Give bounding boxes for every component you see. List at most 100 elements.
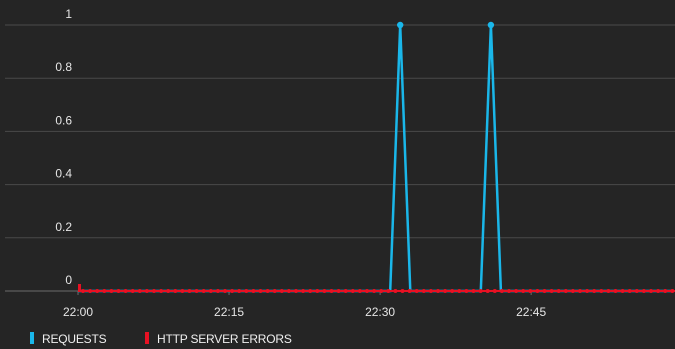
series-point-http-server-errors xyxy=(159,289,164,293)
series-point-http-server-errors xyxy=(357,289,362,293)
legend-swatch xyxy=(30,332,34,344)
series-point-http-server-errors xyxy=(301,289,306,293)
series-point-http-server-errors xyxy=(627,289,632,293)
series-point-http-server-errors xyxy=(95,289,100,293)
series-point-http-server-errors xyxy=(649,289,653,293)
series-point-http-server-errors xyxy=(428,289,433,293)
legend-label: HTTP SERVER ERRORS xyxy=(157,332,292,346)
series-point-http-server-errors xyxy=(521,289,526,293)
series-point-http-server-errors xyxy=(606,289,611,293)
x-tick-label: 22:30 xyxy=(365,305,395,319)
y-tick-label: 0.8 xyxy=(55,60,72,74)
x-tick-label: 22:00 xyxy=(63,305,93,319)
series-point-http-server-errors xyxy=(237,289,242,293)
series-point-http-server-errors xyxy=(485,289,490,293)
series-point-http-server-errors xyxy=(187,289,192,293)
series-point-http-server-errors xyxy=(528,289,533,293)
series-start-marker-http-server-errors xyxy=(78,284,81,291)
x-tick-label: 22:45 xyxy=(516,305,546,319)
series-point-http-server-errors xyxy=(279,289,284,293)
series-point-http-server-errors xyxy=(116,289,121,293)
series-point-http-server-errors xyxy=(343,289,348,293)
series-point-http-server-errors xyxy=(166,289,171,293)
series-point-http-server-errors xyxy=(336,289,341,293)
series-point-http-server-errors xyxy=(400,289,405,293)
series-point-http-server-errors xyxy=(308,289,313,293)
series-point-http-server-errors xyxy=(152,289,156,293)
series-point-http-server-errors xyxy=(585,289,590,293)
series-point-http-server-errors xyxy=(478,289,483,293)
series-point-http-server-errors xyxy=(464,289,469,293)
series-point-http-server-errors xyxy=(315,289,320,293)
series-point-http-server-errors xyxy=(180,289,185,293)
series-point-http-server-errors xyxy=(258,289,263,293)
y-tick-label: 0.6 xyxy=(55,113,72,127)
y-tick-label: 1 xyxy=(65,7,72,21)
series-point-http-server-errors xyxy=(272,289,277,293)
series-point-http-server-errors xyxy=(81,289,85,293)
series-point-http-server-errors xyxy=(230,289,235,293)
series-point-http-server-errors xyxy=(670,289,675,293)
series-point-http-server-errors xyxy=(407,289,412,293)
series-point-http-server-errors xyxy=(137,289,142,293)
series-point-http-server-errors xyxy=(578,289,582,293)
series-point-http-server-errors xyxy=(208,289,213,293)
series-point-http-server-errors xyxy=(102,289,107,293)
series-point-http-server-errors xyxy=(641,289,646,293)
series-point-http-server-errors xyxy=(656,289,661,293)
series-point-http-server-errors xyxy=(88,289,93,293)
chart-panel: 0 0.2 0.4 0.6 0.8 1 22:00 22:15 22:30 22:45 REQUES… xyxy=(0,0,675,349)
series-point-http-server-errors xyxy=(379,289,384,293)
series-point-http-server-errors xyxy=(421,289,426,293)
x-tick-label: 22:15 xyxy=(214,305,244,319)
series-point-http-server-errors xyxy=(570,289,575,293)
series-point-http-server-errors xyxy=(173,289,178,293)
series-line-requests xyxy=(78,24,673,293)
y-tick-label: 0.2 xyxy=(55,220,72,234)
legend-label: REQUESTS xyxy=(42,332,107,346)
series-point-http-server-errors xyxy=(223,289,227,293)
y-tick-label: 0.4 xyxy=(55,167,72,181)
series-point-requests xyxy=(397,21,404,29)
legend-swatch xyxy=(145,332,149,344)
series-point-http-server-errors xyxy=(194,289,199,293)
series-point-http-server-errors xyxy=(215,289,220,293)
series-point-http-server-errors xyxy=(123,289,128,293)
series-point-http-server-errors xyxy=(251,289,256,293)
series-point-http-server-errors xyxy=(144,289,149,293)
series-point-http-server-errors xyxy=(514,289,519,293)
series-point-http-server-errors xyxy=(244,289,249,293)
series-point-http-server-errors xyxy=(386,289,391,293)
y-tick-label: 0 xyxy=(65,273,72,287)
series-point-http-server-errors xyxy=(109,289,114,293)
series-point-http-server-errors xyxy=(549,289,554,293)
series-point-http-server-errors xyxy=(663,289,668,293)
series-point-http-server-errors xyxy=(450,289,455,293)
series-point-http-server-errors xyxy=(507,289,511,293)
series-point-http-server-errors xyxy=(471,289,476,293)
series-point-http-server-errors xyxy=(599,289,604,293)
series-point-http-server-errors xyxy=(556,289,561,293)
series-point-http-server-errors xyxy=(414,289,419,293)
series-point-http-server-errors xyxy=(563,289,568,293)
series-point-http-server-errors xyxy=(443,289,448,293)
series-point-requests xyxy=(487,21,495,29)
line-chart: 0 0.2 0.4 0.6 0.8 1 22:00 22:15 22:30 22:45 REQUES… xyxy=(5,7,675,346)
series-point-http-server-errors xyxy=(329,289,334,293)
series-point-http-server-errors xyxy=(130,289,135,293)
series-point-http-server-errors xyxy=(592,289,597,293)
series-point-http-server-errors xyxy=(393,289,398,293)
series-point-http-server-errors xyxy=(294,289,298,293)
series-point-http-server-errors xyxy=(372,289,377,293)
series-point-http-server-errors xyxy=(322,289,327,293)
series-point-http-server-errors xyxy=(542,289,547,293)
series-point-http-server-errors xyxy=(365,289,369,293)
series-point-http-server-errors xyxy=(499,289,504,293)
series-point-http-server-errors xyxy=(492,289,497,293)
series-point-http-server-errors xyxy=(286,289,291,293)
series-point-http-server-errors xyxy=(201,289,206,293)
series-point-http-server-errors xyxy=(265,289,270,293)
series-point-http-server-errors xyxy=(613,289,618,293)
series-point-http-server-errors xyxy=(457,289,462,293)
series-point-http-server-errors xyxy=(350,289,355,293)
